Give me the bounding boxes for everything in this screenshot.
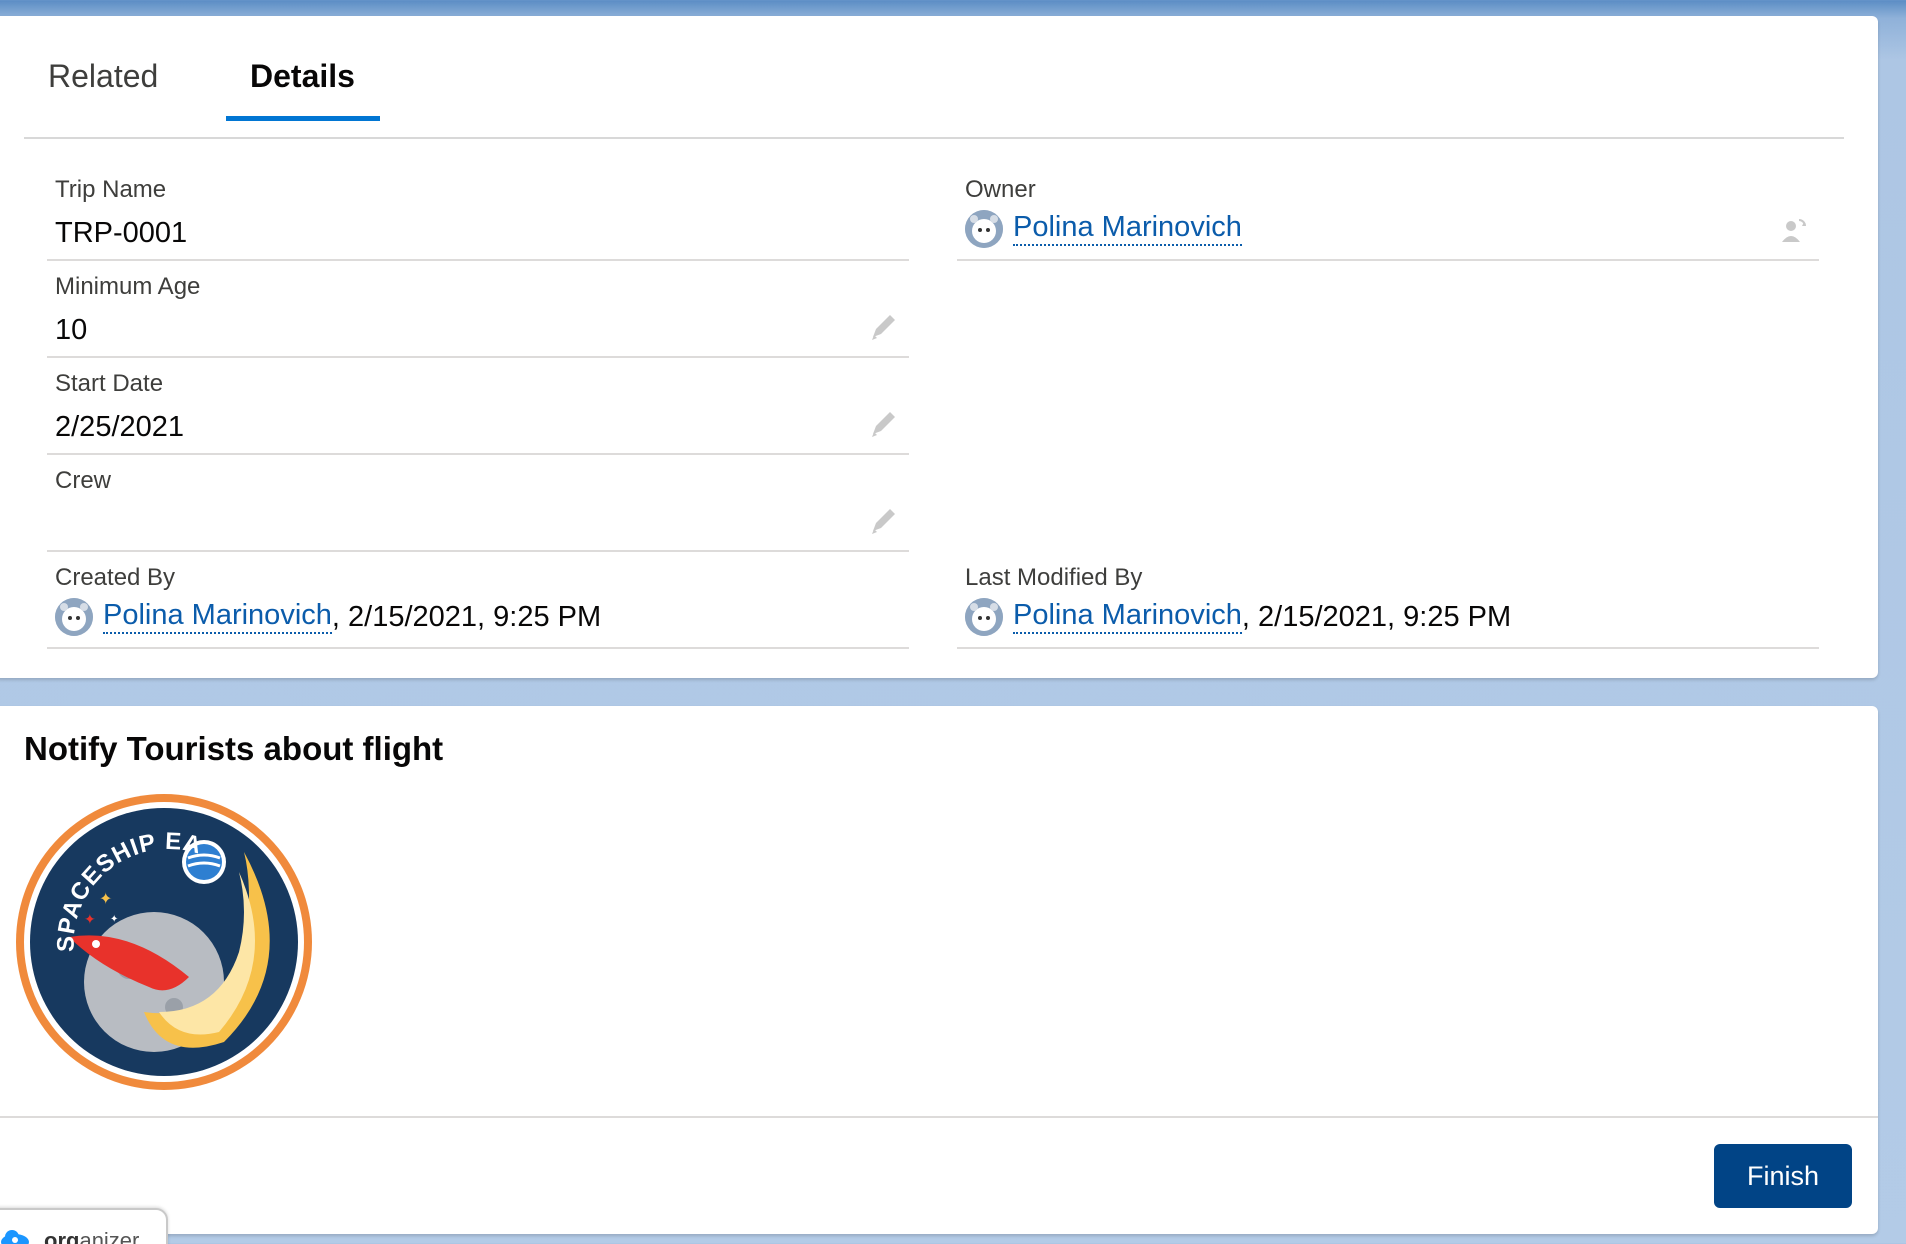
minimum-age-value: 10 bbox=[55, 314, 88, 346]
field-crew: Crew bbox=[47, 453, 909, 552]
last-modified-by-datetime: , 2/15/2021, 9:25 PM bbox=[1241, 600, 1512, 633]
avatar bbox=[55, 598, 93, 636]
field-start-date: Start Date 2/25/2021 bbox=[47, 356, 909, 455]
minimum-age-label: Minimum Age bbox=[55, 273, 201, 300]
flow-footer-divider bbox=[0, 1116, 1878, 1118]
finish-button[interactable]: Finish bbox=[1714, 1144, 1852, 1208]
start-date-label: Start Date bbox=[55, 370, 164, 397]
created-by-value: Polina Marinovich , 2/15/2021, 9:25 PM bbox=[55, 598, 601, 636]
cloud-icon bbox=[1, 1230, 29, 1244]
change-owner-icon[interactable] bbox=[1779, 216, 1809, 246]
field-created-by: Created By Polina Marinovich , 2/15/2021… bbox=[47, 550, 909, 649]
flow-card: Notify Tourists about flight ✦ ✦ ✦ SPACE… bbox=[0, 706, 1878, 1234]
svg-text:✦: ✦ bbox=[99, 891, 112, 908]
avatar bbox=[965, 210, 1003, 248]
trip-name-value: TRP-0001 bbox=[55, 217, 188, 249]
crew-label: Crew bbox=[55, 467, 112, 494]
details-card: Related Details Trip Name TRP-0001 Owner… bbox=[0, 16, 1878, 678]
edit-minimum-age-pencil-icon[interactable] bbox=[867, 311, 901, 345]
last-modified-by-user-link[interactable]: Polina Marinovich bbox=[1013, 599, 1242, 634]
last-modified-by-label: Last Modified By bbox=[965, 564, 1143, 591]
active-tab-indicator bbox=[226, 116, 380, 121]
spaceship-eac-logo: ✦ ✦ ✦ SPACESHIP EAC bbox=[14, 792, 312, 1090]
edit-start-date-pencil-icon[interactable] bbox=[867, 408, 901, 442]
record-tabs: Related Details bbox=[24, 16, 1844, 139]
organizer-label: organizer bbox=[44, 1228, 140, 1244]
last-modified-by-value: Polina Marinovich , 2/15/2021, 9:25 PM bbox=[965, 598, 1511, 636]
svg-text:✦: ✦ bbox=[110, 914, 118, 925]
tab-details[interactable]: Details bbox=[250, 58, 355, 95]
svg-text:✦: ✦ bbox=[84, 911, 96, 927]
owner-value: Polina Marinovich bbox=[965, 210, 1242, 248]
tab-related[interactable]: Related bbox=[48, 58, 158, 95]
trip-name-label: Trip Name bbox=[55, 176, 167, 203]
created-by-datetime: , 2/15/2021, 9:25 PM bbox=[331, 600, 602, 633]
created-by-label: Created By bbox=[55, 564, 176, 591]
field-last-modified-by: Last Modified By Polina Marinovich , 2/1… bbox=[957, 550, 1819, 649]
flow-title: Notify Tourists about flight bbox=[24, 730, 444, 767]
field-minimum-age: Minimum Age 10 bbox=[47, 259, 909, 358]
edit-crew-pencil-icon[interactable] bbox=[867, 505, 901, 539]
organizer-extension-tab[interactable]: organizer bbox=[0, 1208, 168, 1244]
field-owner: Owner Polina Marinovich bbox=[957, 162, 1819, 261]
created-by-user-link[interactable]: Polina Marinovich bbox=[103, 599, 332, 634]
start-date-value: 2/25/2021 bbox=[55, 411, 185, 443]
owner-user-link[interactable]: Polina Marinovich bbox=[1013, 211, 1242, 246]
owner-label: Owner bbox=[965, 176, 1036, 203]
avatar bbox=[965, 598, 1003, 636]
field-trip-name: Trip Name TRP-0001 bbox=[47, 162, 909, 261]
